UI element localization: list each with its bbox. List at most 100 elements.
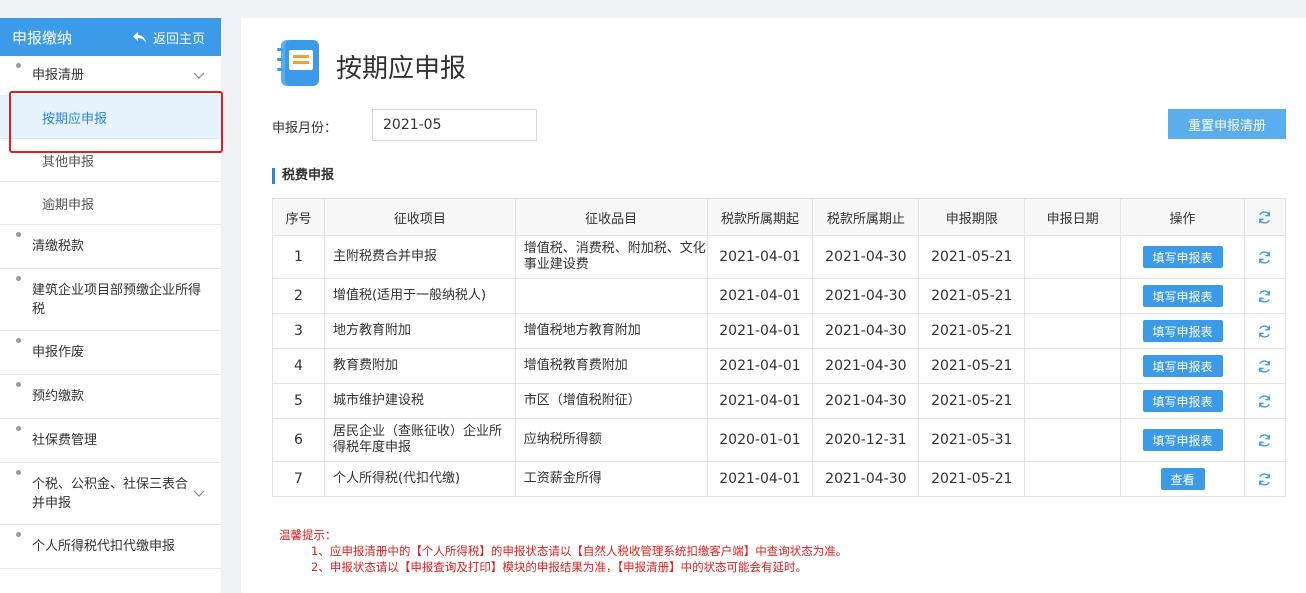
sidebar-item-social-insurance[interactable]: 社保费管理 — [0, 419, 221, 463]
tax-category-cell: 增值税、消费税、附加税、文化事业建设费 — [514, 235, 708, 279]
sidebar-item-tax-clearance[interactable]: 清缴税款 — [0, 225, 221, 269]
sidebar-item-label: 预约缴款 — [32, 389, 85, 404]
sidebar-item-iit-withholding[interactable]: 个人所得税代扣代缴申报 — [0, 525, 221, 569]
sidebar-item-declaration-list[interactable]: 申报清册 — [0, 56, 221, 96]
declaration-month-input[interactable] — [372, 109, 537, 141]
back-home-link[interactable]: 返回主页 — [132, 28, 205, 47]
sidebar-subitem-periodic-declaration[interactable]: 按期应申报 — [0, 96, 221, 139]
period-end-cell: 2021-04-30 — [812, 348, 920, 384]
sidebar-item-label: 个人所得税代扣代缴申报 — [32, 539, 176, 554]
declaration-date-cell — [1024, 418, 1122, 462]
declaration-date-cell — [1024, 313, 1122, 349]
deadline-cell: 2021-05-21 — [918, 461, 1026, 497]
fill-form-button[interactable]: 填写申报表 — [1142, 285, 1223, 307]
row-refresh-button[interactable] — [1243, 348, 1287, 384]
column-header: 申报期限 — [918, 198, 1026, 236]
tips-heading: 温馨提示： — [279, 528, 337, 542]
row-number: 2 — [272, 278, 325, 314]
view-button[interactable]: 查看 — [1160, 468, 1205, 490]
period-end-cell: 2021-04-30 — [812, 278, 920, 314]
column-header: 征收品目 — [514, 198, 708, 236]
sidebar-subitem-other-declaration[interactable]: 其他申报 — [0, 139, 221, 182]
table-row: 6 居民企业（查账征收）企业所得税年度申报 应纳税所得额 2020-01-01 2020… — [272, 418, 1287, 462]
sidebar-item-label: 社保费管理 — [32, 433, 98, 448]
fill-form-button[interactable]: 填写申报表 — [1142, 429, 1223, 451]
declaration-date-cell — [1024, 461, 1122, 497]
row-refresh-button[interactable] — [1243, 461, 1287, 497]
bullet-icon — [16, 338, 21, 343]
declaration-date-cell — [1024, 278, 1122, 314]
chevron-down-icon — [193, 72, 205, 79]
column-header: 税款所属期起 — [706, 198, 814, 236]
row-number: 3 — [272, 313, 325, 349]
reset-declaration-list-button[interactable]: 重置申报清册 — [1168, 109, 1286, 139]
sidebar-item-label: 建筑企业项目部预缴企业所得税 — [32, 282, 202, 317]
row-refresh-button[interactable] — [1243, 383, 1287, 419]
sidebar-item-construction-prepay[interactable]: 建筑企业项目部预缴企业所得税 — [0, 269, 221, 331]
tax-category-cell — [514, 278, 708, 314]
refresh-icon — [1259, 250, 1271, 264]
tips-line: 2、申报状态请以【申报查询及打印】模块的申报结果为准，【申报清册】中的状态可能会… — [311, 560, 808, 574]
tips-line: 1、应申报清册中的【个人所得税】的申报状态请以【自然人税收管理系统扣缴客户端】中… — [311, 544, 848, 558]
sidebar-item-label: 个税、公积金、社保三表合并申报 — [32, 476, 189, 511]
month-label: 申报月份： — [272, 121, 338, 136]
deadline-cell: 2021-05-21 — [918, 235, 1026, 279]
back-home-label: 返回主页 — [152, 31, 205, 47]
bullet-icon — [16, 426, 21, 431]
refresh-icon — [1259, 433, 1271, 447]
tax-item-cell: 居民企业（查账征收）企业所得税年度申报 — [323, 418, 516, 462]
sidebar-item-label: 申报清册 — [32, 68, 85, 83]
table-row: 2 增值税(适用于一般纳税人) 2021-04-01 2021-04-30 2021-0… — [272, 278, 1287, 314]
period-end-cell: 2021-04-30 — [812, 235, 920, 279]
deadline-cell: 2021-05-21 — [918, 313, 1026, 349]
row-refresh-button[interactable] — [1243, 418, 1287, 462]
deadline-cell: 2021-05-31 — [918, 418, 1026, 462]
fill-form-button[interactable]: 填写申报表 — [1142, 355, 1223, 377]
row-number: 1 — [272, 235, 325, 279]
sidebar-subitem-overdue-declaration[interactable]: 逾期申报 — [0, 182, 221, 225]
column-header: 征收项目 — [323, 198, 516, 236]
tax-category-cell: 增值税教育费附加 — [514, 348, 708, 384]
bullet-icon — [16, 470, 21, 475]
tax-category-cell: 增值税地方教育附加 — [514, 313, 708, 349]
row-refresh-button[interactable] — [1243, 278, 1287, 314]
row-number: 5 — [272, 383, 325, 419]
action-cell: 查看 — [1120, 461, 1245, 497]
tax-category-cell: 市区（增值税附征） — [514, 383, 708, 419]
column-header: 操作 — [1120, 198, 1245, 236]
deadline-cell: 2021-05-21 — [918, 383, 1026, 419]
chevron-down-icon — [193, 490, 205, 497]
row-refresh-button[interactable] — [1243, 313, 1287, 349]
row-refresh-button[interactable] — [1243, 235, 1287, 279]
sidebar-item-void-declaration[interactable]: 申报作废 — [0, 331, 221, 375]
bullet-icon — [16, 382, 21, 387]
tax-category-cell: 工资薪金所得 — [514, 461, 708, 497]
back-arrow-icon — [132, 31, 146, 43]
declaration-date-cell — [1024, 235, 1122, 279]
fill-form-button[interactable]: 填写申报表 — [1142, 390, 1223, 412]
period-start-cell: 2021-04-01 — [706, 313, 814, 349]
period-start-cell: 2021-04-01 — [706, 461, 814, 497]
fill-form-button[interactable]: 填写申报表 — [1142, 320, 1223, 342]
sidebar-item-three-in-one[interactable]: 个税、公积金、社保三表合并申报 — [0, 463, 221, 525]
tax-item-cell: 主附税费合并申报 — [323, 235, 516, 279]
refresh-icon — [1259, 324, 1271, 338]
fill-form-button[interactable]: 填写申报表 — [1142, 246, 1223, 268]
period-start-cell: 2021-04-01 — [706, 348, 814, 384]
bullet-icon — [16, 63, 21, 68]
action-cell: 填写申报表 — [1120, 235, 1245, 279]
table-row: 4 教育费附加 增值税教育费附加 2021-04-01 2021-04-30 2021-0… — [272, 348, 1287, 384]
action-cell: 填写申报表 — [1120, 348, 1245, 384]
main-panel: 按期应申报 申报月份： 重置申报清册 税费申报 序号 征收项目 征收品目 税款所… — [241, 18, 1306, 593]
sidebar-title: 申报缴纳 — [12, 28, 73, 47]
table-row: 7 个人所得税(代扣代缴) 工资薪金所得 2021-04-01 2021-04-30 20… — [272, 461, 1287, 497]
tax-item-cell: 个人所得税(代扣代缴) — [323, 461, 516, 497]
sidebar-item-scheduled-payment[interactable]: 预约缴款 — [0, 375, 221, 419]
tax-declaration-table: 序号 征收项目 征收品目 税款所属期起 税款所属期止 申报期限 申报日期 操作 … — [272, 198, 1287, 497]
table-row: 1 主附税费合并申报 增值税、消费税、附加税、文化事业建设费 2021-04-01 20… — [272, 235, 1287, 279]
page-title: 按期应申报 — [336, 54, 467, 84]
sidebar-item-label: 申报作废 — [32, 345, 85, 360]
row-number: 4 — [272, 348, 325, 384]
period-end-cell: 2020-12-31 — [812, 418, 920, 462]
refresh-all-button[interactable] — [1243, 198, 1287, 236]
